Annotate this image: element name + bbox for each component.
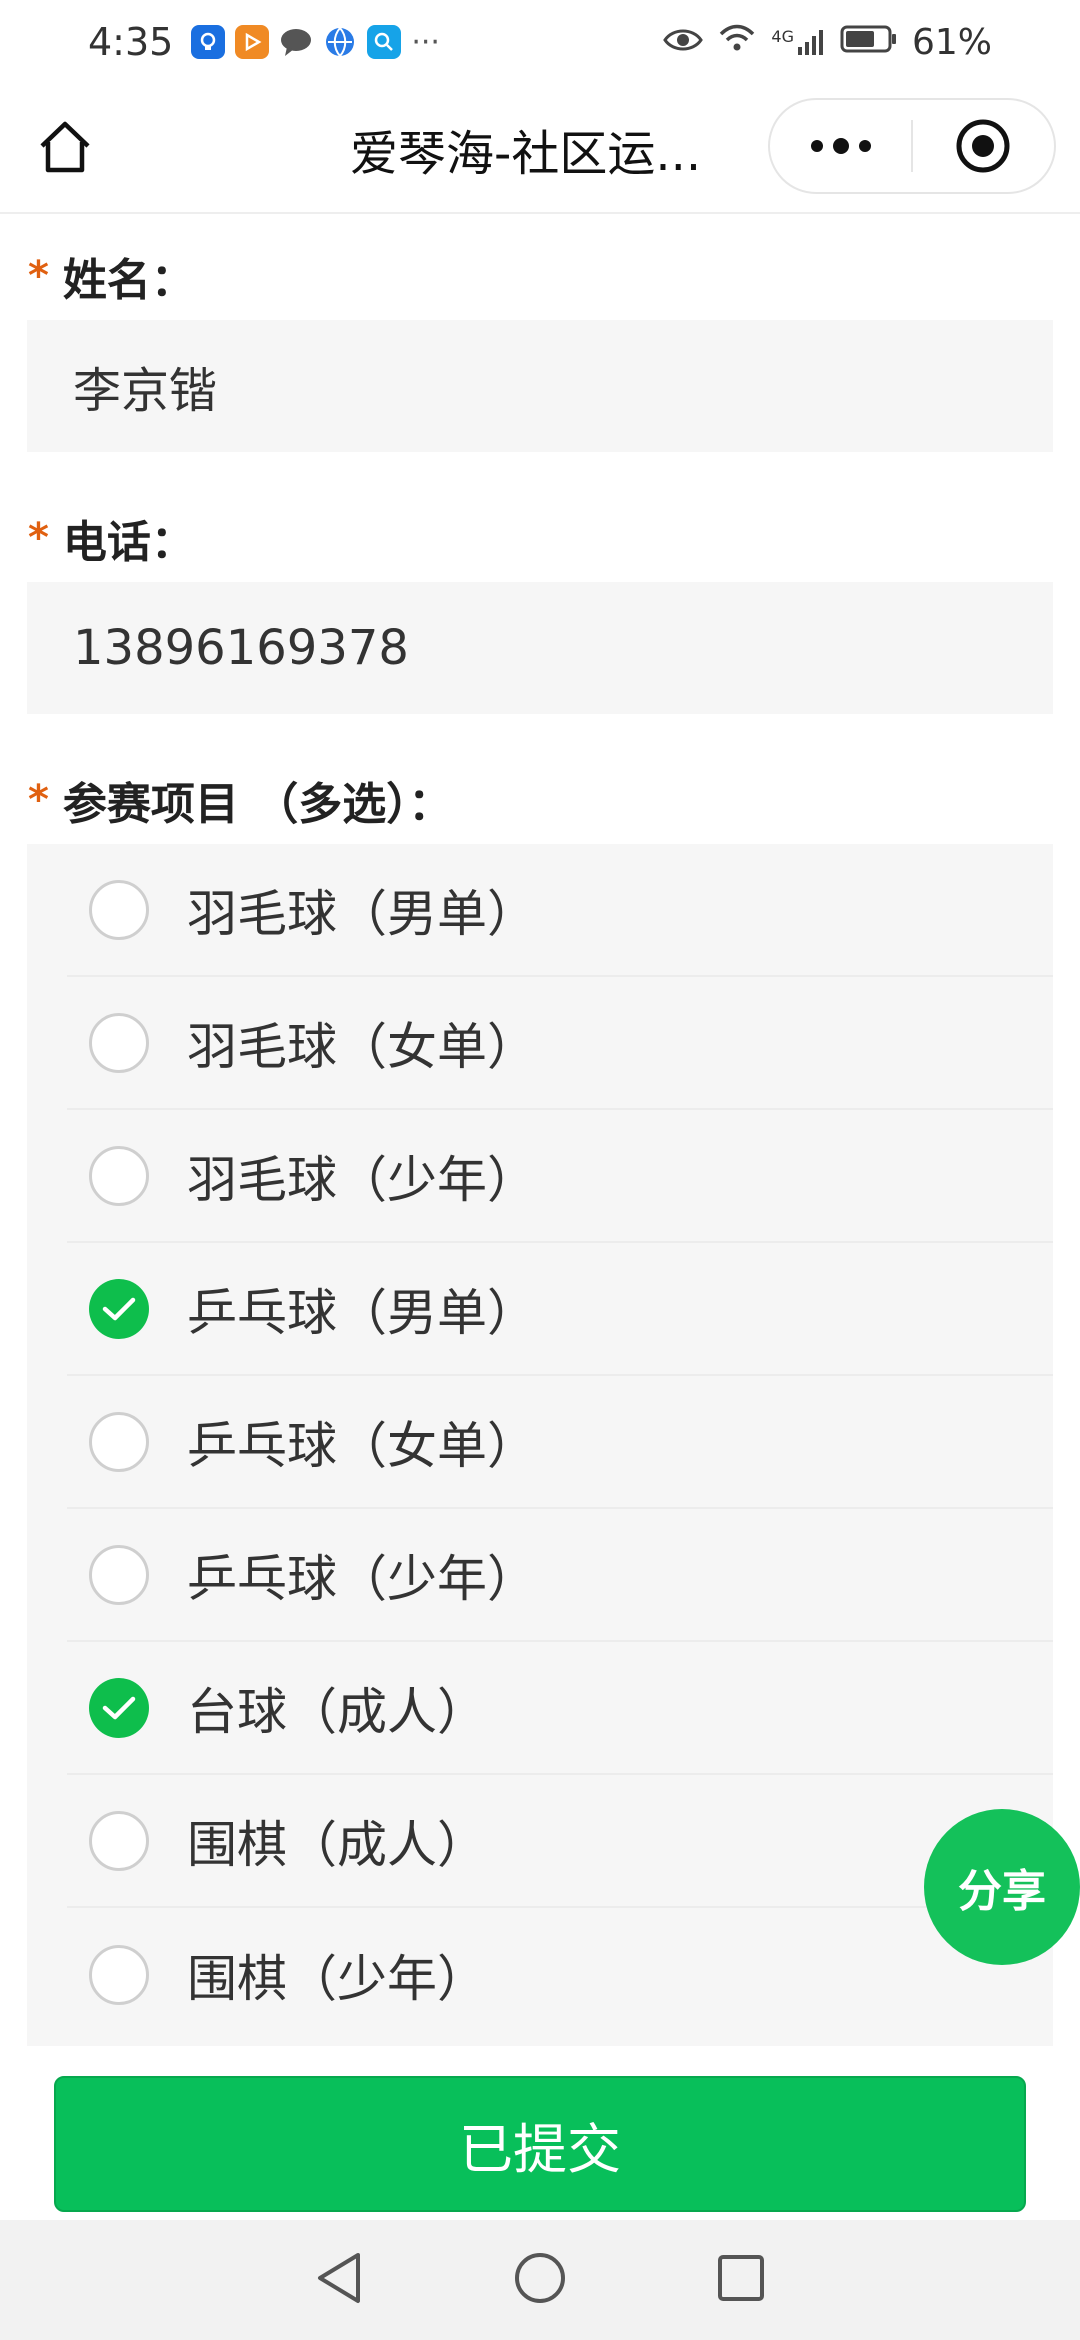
home-circle-icon — [514, 2253, 565, 2303]
network-type: 4G — [771, 27, 794, 46]
checkbox-circle[interactable] — [89, 1145, 149, 1206]
more-notifications: ··· — [411, 24, 440, 60]
check-icon — [102, 1696, 136, 1719]
checkbox-checked[interactable] — [89, 1677, 149, 1738]
target-close-icon — [956, 119, 1010, 173]
share-button[interactable]: 分享 — [924, 1809, 1080, 1965]
play-app-icon — [235, 25, 270, 59]
name-label-text: 姓名： — [62, 255, 195, 306]
phone-field[interactable]: 13896169378 — [27, 582, 1053, 714]
more-button[interactable] — [770, 100, 911, 192]
battery-percent: 61% — [911, 21, 992, 63]
required-mark: * — [28, 253, 49, 299]
name-label: * 姓名： — [28, 244, 195, 308]
option-label: 羽毛球（少年） — [187, 1150, 537, 1209]
checkbox-circle[interactable] — [89, 1411, 149, 1472]
submit-area: 已提交 — [0, 2046, 1080, 2220]
checkbox-circle[interactable] — [89, 879, 149, 940]
name-field-value: 李京锴 — [73, 363, 218, 419]
option-label: 乒乓球（男单） — [187, 1283, 537, 1342]
checkbox-circle[interactable] — [89, 1810, 149, 1871]
option-label: 台球（成人） — [187, 1682, 487, 1741]
checkbox-circle[interactable] — [89, 1012, 149, 1073]
wifi-icon — [717, 22, 757, 63]
option-pingpong-men[interactable]: 乒乓球（男单） — [67, 1243, 1053, 1376]
check-icon — [102, 1297, 136, 1320]
events-checkbox-group: 羽毛球（男单） 羽毛球（女单） 羽毛球（少年） 乒乓球（男单） 乒乓球（女单） … — [27, 844, 1053, 2074]
globe-app-icon — [323, 25, 357, 59]
option-badminton-men[interactable]: 羽毛球（男单） — [67, 844, 1053, 977]
phone-label-text: 电话： — [62, 517, 195, 568]
nav-bar: 爱琴海-社区运... — [0, 84, 1080, 214]
status-time: 4:35 — [88, 20, 174, 64]
system-nav-bar — [0, 2220, 1080, 2340]
option-pingpong-women[interactable]: 乒乓球（女单） — [67, 1376, 1053, 1509]
required-mark: * — [28, 777, 49, 823]
option-billiards-adult[interactable]: 台球（成人） — [67, 1642, 1053, 1775]
eye-icon — [663, 22, 704, 63]
signal-icon: 4G — [771, 27, 826, 57]
option-label: 羽毛球（女单） — [187, 1017, 537, 1076]
back-triangle-icon — [318, 2253, 361, 2303]
submit-button[interactable]: 已提交 — [54, 2076, 1026, 2212]
phone-label: * 电话： — [28, 506, 195, 570]
option-pingpong-youth[interactable]: 乒乓球（少年） — [67, 1509, 1053, 1642]
battery-icon — [840, 22, 898, 63]
option-label: 围棋（少年） — [187, 1949, 487, 2008]
option-label: 羽毛球（男单） — [187, 884, 537, 943]
bulb-app-icon — [191, 25, 226, 59]
required-mark: * — [28, 515, 49, 561]
status-bar: 4:35 ··· 4G 61% — [0, 0, 1080, 84]
name-field[interactable]: 李京锴 — [27, 320, 1053, 452]
more-dots-icon — [810, 138, 871, 154]
events-label-text: 参赛项目 （多选）： — [62, 779, 453, 830]
option-go-youth[interactable]: 围棋（少年） — [67, 1908, 1053, 2041]
phone-field-value: 13896169378 — [73, 620, 409, 676]
page-title: 爱琴海-社区运... — [350, 126, 702, 182]
option-badminton-women[interactable]: 羽毛球（女单） — [67, 977, 1053, 1110]
option-label: 乒乓球（女单） — [187, 1416, 537, 1475]
events-label: * 参赛项目 （多选）： — [28, 768, 452, 832]
home-icon — [40, 121, 90, 173]
close-miniprogram-button[interactable] — [913, 100, 1054, 192]
checkbox-circle[interactable] — [89, 1944, 149, 2005]
option-label: 围棋（成人） — [187, 1815, 487, 1874]
option-go-adult[interactable]: 围棋（成人） — [67, 1775, 1053, 1908]
home-nav-button[interactable] — [513, 2251, 567, 2309]
checkbox-circle[interactable] — [89, 1544, 149, 1605]
back-nav-button[interactable] — [314, 2251, 364, 2309]
home-button[interactable] — [30, 112, 100, 182]
checkbox-checked[interactable] — [89, 1278, 149, 1339]
recents-nav-button[interactable] — [716, 2253, 766, 2307]
recents-square-icon — [717, 2255, 764, 2301]
option-label: 乒乓球（少年） — [187, 1549, 537, 1608]
chat-app-icon — [279, 25, 313, 59]
option-badminton-youth[interactable]: 羽毛球（少年） — [67, 1110, 1053, 1243]
search-app-icon — [367, 25, 402, 59]
capsule-menu — [768, 98, 1056, 194]
